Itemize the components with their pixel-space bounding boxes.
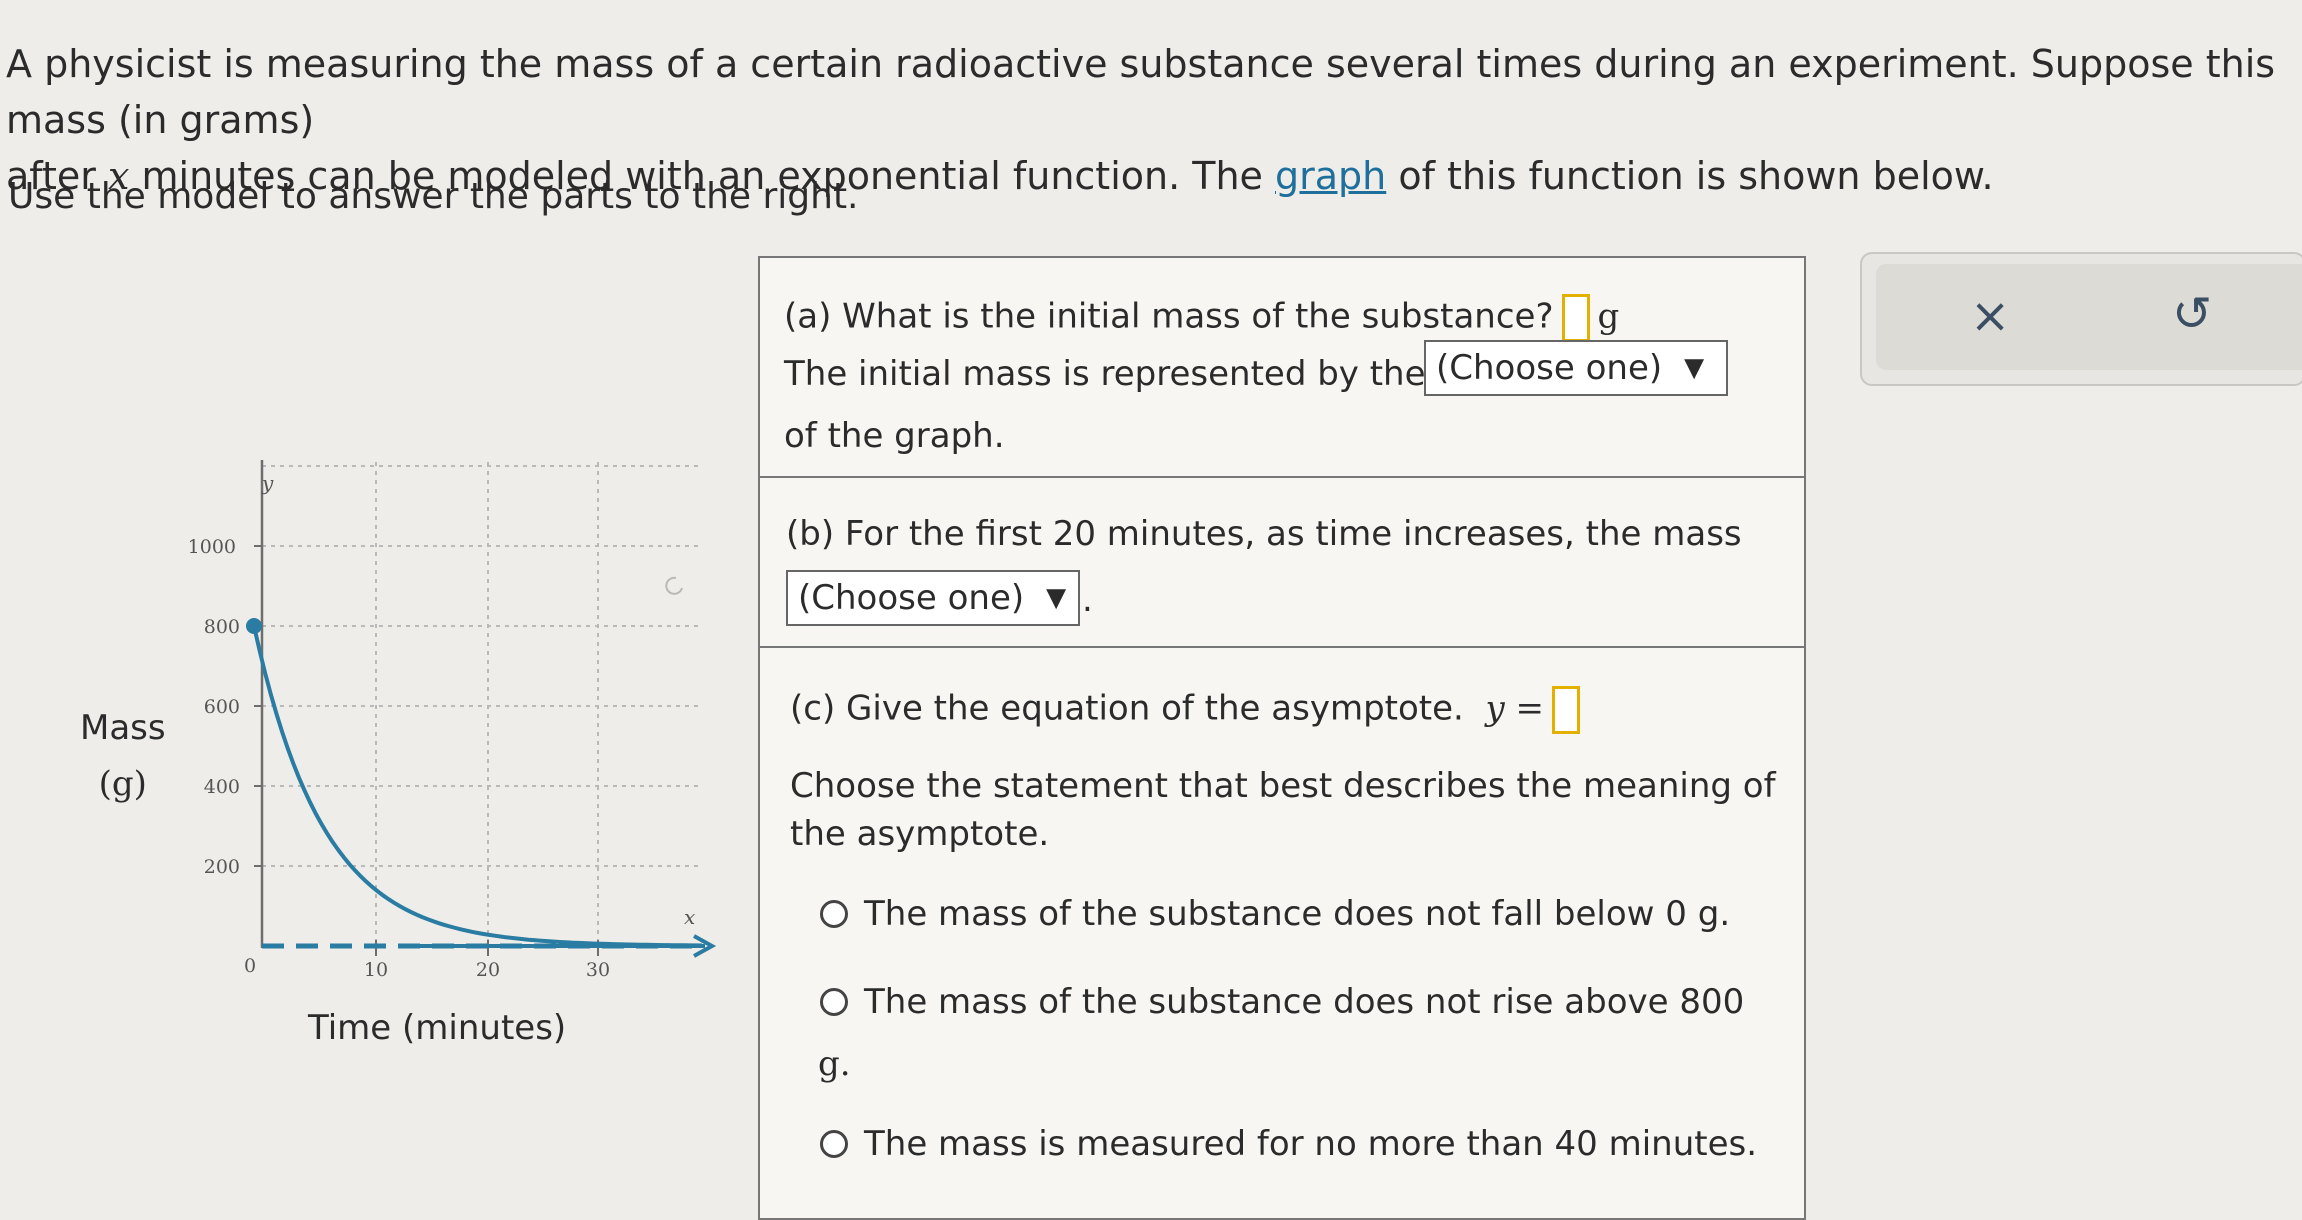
x-axis-title: Time (minutes) [308,1008,567,1048]
part-a-line-3: of the graph. [784,416,1005,456]
part-a-question-line: (a) What is the initial mass of the subs… [784,294,1619,342]
x-tick-10: 10 [364,959,388,981]
initial-mass-input[interactable] [1561,294,1590,342]
part-b-dropdown-value: (Choose one) [798,578,1025,618]
part-c: (c) Give the equation of the asymptote. … [760,648,1804,1218]
radio-button[interactable] [820,988,848,1016]
option-40-minutes[interactable]: The mass is measured for no more than 40… [820,1124,1757,1164]
option-not-above-800[interactable]: The mass of the substance does not rise … [820,982,1744,1022]
part-b-period: . [1082,580,1093,620]
x-tick-20: 20 [476,959,500,981]
asymptote-equation-prefix: y = [1485,688,1544,729]
graph-tool-icon[interactable] [665,576,683,595]
part-b-question: (b) For the first 20 minutes, as time in… [786,514,1742,554]
part-b: (b) For the first 20 minutes, as time in… [760,478,1804,648]
part-a-line-2: The initial mass is represented by the [784,354,1426,394]
action-panel: × ↺ [1860,252,2302,386]
option-2-wrap: g. [818,1044,851,1084]
dropdown-arrow-icon: ▼ [1046,583,1067,613]
part-b-dropdown[interactable]: (Choose one) ▼ [786,570,1080,626]
y-tick-200: 200 [204,856,240,878]
unit-g: g [1597,296,1620,337]
part-a-dropdown-value: (Choose one) [1436,348,1663,388]
question-panel: (a) What is the initial mass of the subs… [758,256,1806,1220]
origin-label: 0 [244,955,256,977]
part-c-question-line: (c) Give the equation of the asymptote. … [790,686,1588,734]
part-a: (a) What is the initial mass of the subs… [760,258,1804,478]
x-tick-30: 30 [586,959,610,981]
y-tick-400: 400 [204,776,240,798]
initial-point [246,618,262,634]
y-var-label: y [261,471,274,495]
radio-button[interactable] [820,1130,848,1158]
option-not-below-0[interactable]: The mass of the substance does not fall … [820,894,1730,934]
y-tick-600: 600 [204,696,240,718]
clear-icon[interactable]: × [1970,288,2010,344]
part-c-statement-line-2: the asymptote. [790,814,1050,854]
part-c-statement-line-1: Choose the statement that best describes… [790,766,1776,806]
dropdown-arrow-icon: ▼ [1684,353,1705,383]
action-bar: × ↺ [1876,264,2302,370]
radio-button[interactable] [820,900,848,928]
graph-link[interactable]: graph [1275,154,1386,198]
grid-lines [262,462,700,946]
x-var-label: x [684,905,695,929]
part-a-dropdown[interactable]: (Choose one) ▼ [1424,340,1728,396]
asymptote-input[interactable] [1551,686,1580,734]
undo-icon[interactable]: ↺ [2172,286,2212,342]
mass-time-graph: y 1000 800 600 400 200 0 10 20 30 x [188,460,717,981]
y-tick-800: 800 [204,616,240,638]
y-tick-1000: 1000 [188,536,236,558]
